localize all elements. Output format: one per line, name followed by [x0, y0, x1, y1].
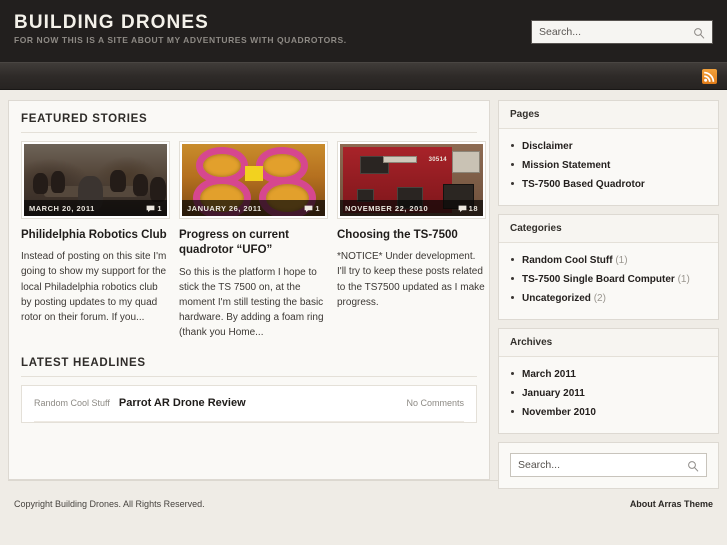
site-title: BUILDING DRONES	[14, 12, 209, 33]
category-count: (2)	[593, 293, 606, 304]
magnifier-icon	[687, 459, 699, 472]
thumbnail-meta: NOVEMBER 22, 2010 18	[340, 200, 483, 216]
sidebar-item-label: January 2011	[522, 388, 585, 399]
featured-story-card[interactable]: MARCH 20, 2011 1 Philidelphia Robotics C	[21, 141, 170, 341]
thumbnail-meta: MARCH 20, 2011 1	[24, 200, 167, 216]
featured-story-card[interactable]: JANUARY 26, 2011 1 Progress on current q	[179, 141, 328, 341]
site-header: BUILDING DRONES FOR NOW THIS IS A SITE A…	[0, 0, 727, 62]
sidebar-item-random-cool-stuff[interactable]: Random Cool Stuff (1)	[510, 251, 707, 270]
featured-thumbnail[interactable]: 30514 NOVEMBER 22, 2010 18	[337, 141, 486, 219]
featured-story-excerpt: Instead of posting on this site I'm goin…	[21, 251, 167, 324]
featured-story-excerpt: *NOTICE* Under development. I'll try to …	[337, 251, 485, 308]
featured-story-excerpt: So this is the platform I hope to stick …	[179, 266, 324, 339]
magnifier-icon	[693, 26, 705, 39]
sidebar-widget-search	[498, 442, 719, 489]
widget-heading: Categories	[499, 215, 718, 243]
main-content: FEATURED STORIES MARCH 20, 2011 1 Philid…	[8, 100, 490, 480]
featured-thumbnail[interactable]: JANUARY 26, 2011 1	[179, 141, 328, 219]
sidebar-search-input[interactable]	[518, 459, 687, 471]
comment-count-value: 1	[315, 203, 320, 213]
latest-headlines-section: LATEST HEADLINES Random Cool Stuff Parro…	[21, 357, 477, 423]
sidebar-item-label: TS-7500 Based Quadrotor	[522, 179, 645, 190]
comment-count-value: 1	[157, 203, 162, 213]
copyright-text: Copyright Building Drones. All Rights Re…	[14, 498, 205, 509]
sidebar-item-january-2011[interactable]: January 2011	[510, 384, 707, 403]
comment-count-value: 18	[468, 203, 478, 213]
sidebar-item-label: Mission Statement	[522, 160, 611, 171]
thumbnail-meta: JANUARY 26, 2011 1	[182, 200, 325, 216]
sidebar-item-label: Disclaimer	[522, 141, 573, 152]
featured-stories-list: MARCH 20, 2011 1 Philidelphia Robotics C	[21, 141, 486, 341]
sidebar-item-ts7500-based-quadrotor[interactable]: TS-7500 Based Quadrotor	[510, 175, 707, 194]
featured-stories-heading: FEATURED STORIES	[21, 113, 477, 133]
sidebar-item-label: November 2010	[522, 407, 596, 418]
widget-heading: Archives	[499, 329, 718, 357]
comment-bubble-icon	[304, 205, 313, 212]
featured-story-title[interactable]: Choosing the TS-7500	[337, 228, 486, 243]
about-theme-link[interactable]: About Arras Theme	[630, 499, 713, 509]
post-date: NOVEMBER 22, 2010	[345, 203, 429, 213]
featured-story-title[interactable]: Philidelphia Robotics Club	[21, 228, 170, 243]
comment-count: 1	[304, 204, 320, 213]
headline-row[interactable]: Random Cool Stuff Parrot AR Drone Review…	[34, 386, 464, 422]
sidebar-item-november-2010[interactable]: November 2010	[510, 403, 707, 422]
sidebar-item-ts7500-single-board-computer[interactable]: TS-7500 Single Board Computer (1)	[510, 270, 707, 289]
sidebar-item-label: Random Cool Stuff	[522, 255, 613, 266]
sidebar-item-mission-statement[interactable]: Mission Statement	[510, 156, 707, 175]
sidebar-widget-pages: Pages Disclaimer Mission Statement TS-75…	[498, 100, 719, 206]
sidebar-item-disclaimer[interactable]: Disclaimer	[510, 137, 707, 156]
main-navbar	[0, 62, 727, 90]
featured-story-title[interactable]: Progress on current quadrotor “UFO”	[179, 228, 328, 259]
featured-thumbnail[interactable]: MARCH 20, 2011 1	[21, 141, 170, 219]
sidebar-widget-categories: Categories Random Cool Stuff (1) TS-7500…	[498, 214, 719, 320]
post-date: JANUARY 26, 2011	[187, 203, 262, 213]
sidebar-item-label: TS-7500 Single Board Computer	[522, 274, 675, 285]
comment-bubble-icon	[146, 205, 155, 212]
page-root: BUILDING DRONES FOR NOW THIS IS A SITE A…	[0, 0, 727, 545]
headline-comment-status[interactable]: No Comments	[406, 398, 464, 408]
sidebar-item-march-2011[interactable]: March 2011	[510, 365, 707, 384]
comment-bubble-icon	[458, 205, 467, 212]
site-tagline: FOR NOW THIS IS A SITE ABOUT MY ADVENTUR…	[14, 35, 347, 45]
sidebar-search-box[interactable]	[510, 453, 707, 477]
board-label: 30514	[428, 156, 447, 163]
post-date: MARCH 20, 2011	[29, 203, 95, 213]
sidebar-item-uncategorized[interactable]: Uncategorized (2)	[510, 289, 707, 308]
latest-headlines-heading: LATEST HEADLINES	[21, 357, 477, 377]
sidebar-item-label: March 2011	[522, 369, 576, 380]
sidebar-widget-archives: Archives March 2011 January 2011 Novembe…	[498, 328, 719, 434]
comment-count: 18	[458, 204, 478, 213]
sidebar-item-label: Uncategorized	[522, 293, 591, 304]
header-search-box[interactable]	[531, 20, 713, 44]
category-count: (1)	[615, 255, 628, 266]
headlines-list: Random Cool Stuff Parrot AR Drone Review…	[21, 384, 477, 423]
sidebar: Pages Disclaimer Mission Statement TS-75…	[498, 100, 719, 489]
headline-category[interactable]: Random Cool Stuff	[34, 398, 110, 408]
featured-story-card[interactable]: 30514 NOVEMBER 22, 2010 18 Choosing the …	[337, 141, 486, 341]
headline-title[interactable]: Parrot AR Drone Review	[119, 397, 407, 409]
header-search-input[interactable]	[539, 26, 693, 38]
rss-feed-icon[interactable]	[702, 69, 717, 84]
comment-count: 1	[146, 204, 162, 213]
page-body: FEATURED STORIES MARCH 20, 2011 1 Philid…	[0, 90, 727, 489]
widget-heading: Pages	[499, 101, 718, 129]
category-count: (1)	[677, 274, 690, 285]
